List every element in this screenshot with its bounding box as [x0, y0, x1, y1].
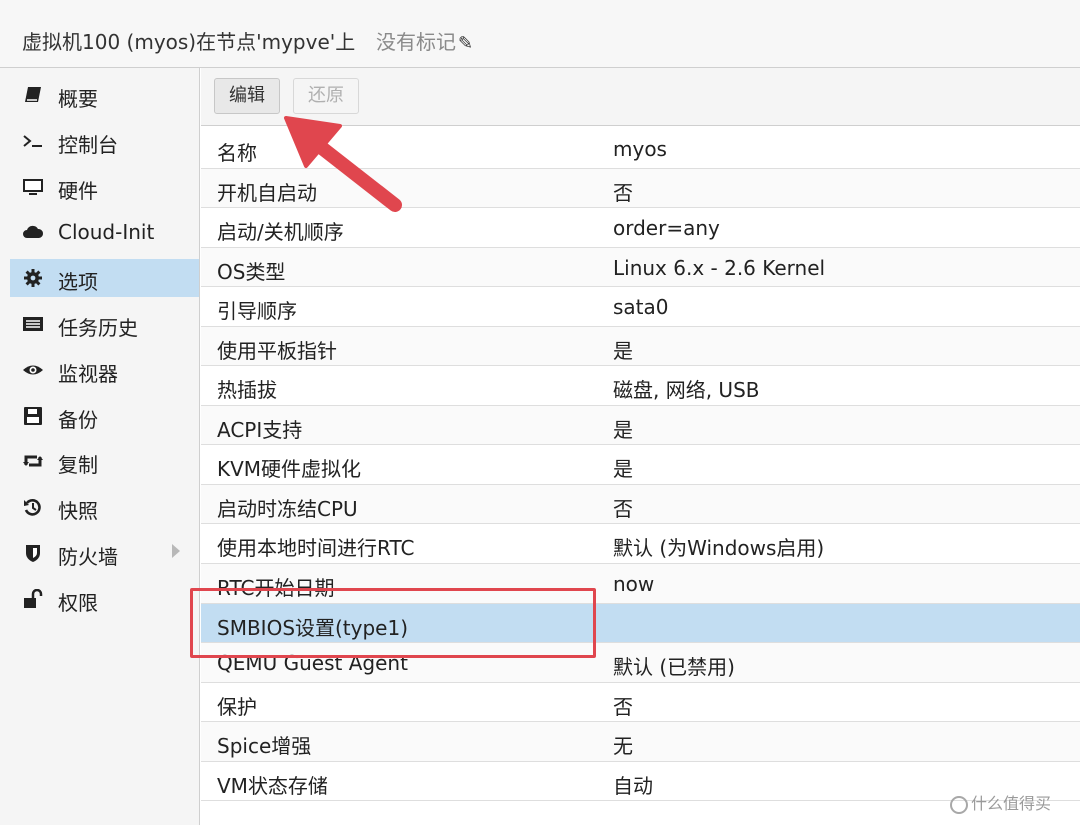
shield-icon: [26, 545, 40, 562]
option-value: 磁盘, 网络, USB: [613, 378, 760, 403]
option-value: 默认 (已禁用): [613, 655, 735, 680]
option-value: myos: [613, 137, 667, 161]
option-row-os-type[interactable]: OS类型 Linux 6.x - 2.6 Kernel: [201, 247, 1080, 288]
sidebar-item-task-history[interactable]: 任务历史: [10, 305, 199, 343]
sidebar-item-firewall[interactable]: 防火墙: [10, 534, 199, 572]
list-icon: [23, 317, 43, 331]
sidebar-item-snapshots[interactable]: 快照: [10, 488, 199, 526]
option-name: 保护: [217, 694, 257, 719]
option-value: Linux 6.x - 2.6 Kernel: [613, 255, 826, 280]
sidebar-item-label: 快照: [58, 499, 98, 523]
options-grid: 名称 myos 开机自启动 否 启动/关机顺序 order=any OS类型 L…: [201, 129, 1080, 802]
sidebar-item-label: 控制台: [58, 133, 118, 157]
book-icon: [25, 87, 41, 102]
gear-icon: [24, 269, 42, 287]
option-name: 引导顺序: [217, 299, 297, 324]
sidebar-item-label: 概要: [58, 87, 98, 111]
sidebar-item-label: 选项: [58, 270, 98, 294]
option-row-name[interactable]: 名称 myos: [201, 129, 1080, 169]
header-bar: 虚拟机100 (myos)在节点'mypve'上 没有标记 ✎: [0, 0, 1080, 68]
terminal-icon: [23, 135, 42, 147]
sidebar-item-cloud-init[interactable]: Cloud-Init: [10, 213, 199, 251]
option-value: 自动: [613, 773, 653, 798]
option-row-spice[interactable]: Spice增强 无: [201, 722, 1080, 762]
option-value: 默认 (为Windows启用): [613, 536, 825, 561]
option-name: ACPI支持: [217, 417, 303, 442]
option-name: 热插拔: [217, 378, 277, 403]
option-name: 启动时冻结CPU: [217, 496, 358, 521]
tags-edit[interactable]: 没有标记 ✎: [376, 26, 473, 55]
option-row-protection[interactable]: 保护 否: [201, 682, 1080, 723]
watermark-text: 什么值得买: [971, 794, 1052, 813]
cloud-icon: [23, 225, 44, 238]
sidebar: 概要 控制台 硬件 Cloud-Init 选项 任务历史 监视器 备份 复制 快…: [0, 68, 200, 825]
option-row-startup-order[interactable]: 启动/关机顺序 order=any: [201, 208, 1080, 248]
option-value: 否: [613, 496, 633, 521]
monitor-icon: [23, 179, 43, 195]
option-name: 启动/关机顺序: [217, 220, 344, 245]
sidebar-item-label: 防火墙: [58, 545, 118, 569]
option-name: Spice增强: [217, 734, 312, 759]
option-value: 否: [613, 694, 633, 719]
logo-icon: [950, 795, 968, 814]
option-value: 是: [613, 457, 633, 482]
tags-label: 没有标记: [376, 30, 456, 54]
option-value: 无: [613, 734, 633, 759]
sidebar-item-label: 任务历史: [58, 316, 138, 340]
option-name: 名称: [217, 141, 257, 165]
option-value: now: [613, 572, 655, 597]
sidebar-item-backup[interactable]: 备份: [10, 397, 199, 435]
option-value: sata0: [613, 295, 669, 320]
revert-button[interactable]: 还原: [293, 78, 359, 114]
option-name: 使用平板指针: [217, 338, 337, 363]
option-name: VM状态存储: [217, 773, 328, 798]
option-row-freeze-cpu[interactable]: 启动时冻结CPU 否: [201, 484, 1080, 525]
page-title: 虚拟机100 (myos)在节点'mypve'上: [22, 30, 356, 54]
toolbar: 编辑 还原: [201, 68, 1080, 126]
option-row-acpi[interactable]: ACPI支持 是: [201, 405, 1080, 446]
option-row-localtime[interactable]: 使用本地时间进行RTC 默认 (为Windows启用): [201, 524, 1080, 565]
sidebar-item-label: 权限: [58, 591, 98, 615]
sidebar-item-hardware[interactable]: 硬件: [10, 168, 199, 206]
option-name: 开机自启动: [217, 180, 317, 205]
sidebar-item-monitor[interactable]: 监视器: [10, 351, 199, 389]
retweet-icon: [23, 455, 43, 467]
option-row-kvm[interactable]: KVM硬件虚拟化 是: [201, 445, 1080, 485]
eye-icon: [23, 365, 43, 375]
sidebar-item-label: 复制: [58, 453, 98, 477]
floppy-icon: [24, 407, 42, 425]
history-icon: [24, 499, 41, 516]
option-value: 是: [613, 417, 633, 442]
option-row-tablet[interactable]: 使用平板指针 是: [201, 326, 1080, 367]
option-name: KVM硬件虚拟化: [217, 457, 362, 482]
option-name: OS类型: [217, 259, 286, 284]
sidebar-item-summary[interactable]: 概要: [10, 76, 199, 114]
sidebar-item-permissions[interactable]: 权限: [10, 580, 199, 618]
option-value: 否: [613, 180, 633, 205]
sidebar-item-label: 硬件: [58, 179, 98, 203]
pencil-icon[interactable]: ✎: [458, 33, 473, 54]
option-value: 是: [613, 338, 633, 363]
annotation-highlight-box: [190, 588, 596, 658]
unlock-icon: [24, 589, 43, 608]
sidebar-item-console[interactable]: 控制台: [10, 122, 199, 160]
watermark: 什么值得买: [950, 790, 1051, 814]
sidebar-item-options[interactable]: 选项: [10, 259, 199, 297]
option-row-onboot[interactable]: 开机自启动 否: [201, 168, 1080, 209]
option-row-hotplug[interactable]: 热插拔 磁盘, 网络, USB: [201, 366, 1080, 406]
option-value: order=any: [613, 216, 720, 241]
sidebar-item-label: Cloud-Init: [58, 220, 155, 244]
chevron-right-icon[interactable]: [172, 544, 180, 558]
edit-button[interactable]: 编辑: [214, 78, 280, 114]
option-row-boot-order[interactable]: 引导顺序 sata0: [201, 287, 1080, 327]
sidebar-item-label: 备份: [58, 408, 98, 432]
option-row-vmstate[interactable]: VM状态存储 自动: [201, 761, 1080, 802]
sidebar-item-label: 监视器: [58, 362, 118, 386]
sidebar-item-replication[interactable]: 复制: [10, 442, 199, 480]
option-name: 使用本地时间进行RTC: [217, 536, 415, 561]
